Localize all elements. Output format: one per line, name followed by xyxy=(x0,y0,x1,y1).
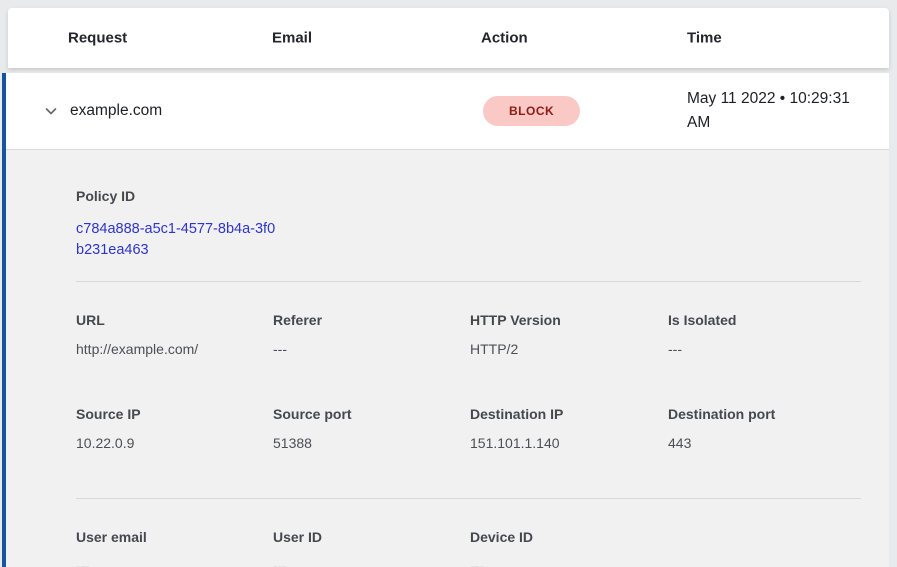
column-header-request: Request xyxy=(68,30,127,47)
field-label: URL xyxy=(76,310,273,330)
field-value: http://example.com/ xyxy=(76,339,273,359)
detail-cell: Is Isolated --- xyxy=(668,310,865,359)
policy-id-link[interactable]: c784a888-a5c1-4577-8b4a-3f0b231ea463 xyxy=(76,219,276,261)
action-cell: BLOCK xyxy=(483,96,580,126)
field-value: 443 xyxy=(668,433,865,453)
field-value: HTTP/2 xyxy=(470,339,668,359)
detail-cell: Source IP 10.22.0.9 xyxy=(76,404,273,453)
field-value: --- xyxy=(273,339,470,359)
detail-row-http: URL http://example.com/ Referer --- HTTP… xyxy=(76,310,861,359)
field-value: --- xyxy=(273,556,470,567)
field-label: Source IP xyxy=(76,404,273,424)
status-badge-block: BLOCK xyxy=(483,96,580,126)
policy-section: Policy ID c784a888-a5c1-4577-8b4a-3f0b23… xyxy=(76,186,861,261)
field-label: Is Isolated xyxy=(668,310,865,330)
detail-cell: Device ID --- xyxy=(470,527,668,567)
field-label: Destination IP xyxy=(470,404,668,424)
detail-row-network: Source IP 10.22.0.9 Source port 51388 De… xyxy=(76,404,861,453)
detail-cell: Source port 51388 xyxy=(273,404,470,453)
field-value: 151.101.1.140 xyxy=(470,433,668,453)
field-label: Device ID xyxy=(470,527,668,547)
section-divider xyxy=(76,498,861,499)
detail-cell: URL http://example.com/ xyxy=(76,310,273,359)
detail-cell: Referer --- xyxy=(273,310,470,359)
field-label: Destination port xyxy=(668,404,865,424)
policy-id-label: Policy ID xyxy=(76,186,861,206)
detail-cell: User ID --- xyxy=(273,527,470,567)
field-value: 10.22.0.9 xyxy=(76,433,273,453)
field-value: 51388 xyxy=(273,433,470,453)
field-label: User ID xyxy=(273,527,470,547)
detail-cell-empty xyxy=(668,527,865,567)
field-value: --- xyxy=(470,556,668,567)
column-header-action: Action xyxy=(481,30,528,47)
chevron-down-icon[interactable] xyxy=(42,102,60,120)
field-value: --- xyxy=(76,556,273,567)
field-label: User email xyxy=(76,527,273,547)
field-value: --- xyxy=(668,339,865,359)
request-time: May 11 2022 • 10:29:31 AM xyxy=(687,87,865,135)
request-domain: example.com xyxy=(70,102,162,120)
table-row[interactable]: example.com BLOCK May 11 2022 • 10:29:31… xyxy=(6,73,889,150)
field-label: HTTP Version xyxy=(470,310,668,330)
detail-row-user: User email --- User ID --- Device ID --- xyxy=(76,527,861,567)
column-header-email: Email xyxy=(272,30,312,47)
table-header: Request Email Action Time xyxy=(8,8,889,68)
request-log-table: Request Email Action Time example.com BL… xyxy=(0,0,897,567)
column-header-time: Time xyxy=(687,30,722,47)
field-label: Source port xyxy=(273,404,470,424)
detail-cell: HTTP Version HTTP/2 xyxy=(470,310,668,359)
detail-cell: Destination IP 151.101.1.140 xyxy=(470,404,668,453)
section-divider xyxy=(76,281,861,282)
detail-cell: Destination port 443 xyxy=(668,404,865,453)
request-detail-panel: Policy ID c784a888-a5c1-4577-8b4a-3f0b23… xyxy=(6,150,889,567)
detail-cell: User email --- xyxy=(76,527,273,567)
field-label: Referer xyxy=(273,310,470,330)
expanded-row-block: example.com BLOCK May 11 2022 • 10:29:31… xyxy=(2,73,889,567)
